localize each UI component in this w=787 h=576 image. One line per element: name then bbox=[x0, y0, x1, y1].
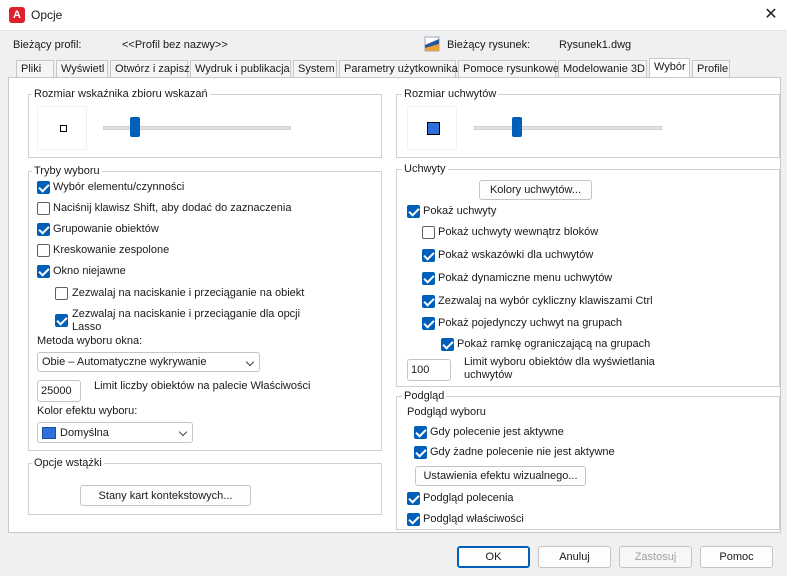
single-grip-groups-checkbox[interactable] bbox=[422, 317, 435, 330]
tab-pliki[interactable]: Pliki bbox=[16, 60, 54, 77]
chevron-down-icon bbox=[178, 427, 188, 437]
grip-tips-checkbox[interactable] bbox=[422, 249, 435, 262]
pickbox-size-title: Rozmiar wskaźnika zbioru wskazań bbox=[32, 88, 210, 100]
help-button[interactable]: Pomoc bbox=[700, 546, 773, 568]
dynamic-grip-menu-label: Pokaż dynamiczne menu uchwytów bbox=[438, 272, 613, 284]
apply-button[interactable]: Zastosuj bbox=[619, 546, 692, 568]
preview-no-command-checkbox[interactable] bbox=[414, 446, 427, 459]
grip-tips-label: Pokaż wskazówki dla uchwytów bbox=[438, 249, 594, 261]
cancel-button[interactable]: Anuluj bbox=[538, 546, 611, 568]
color-swatch bbox=[42, 427, 56, 439]
associative-hatch-label: Kreskowanie zespolone bbox=[53, 244, 170, 256]
grips-in-blocks-checkbox[interactable] bbox=[422, 226, 435, 239]
current-drawing-label: Bieżący rysunek: bbox=[447, 39, 531, 51]
tab-otworz-i-zapisz[interactable]: Otwórz i zapisz bbox=[110, 60, 190, 77]
chevron-down-icon bbox=[245, 357, 255, 367]
current-drawing-value: Rysunek1.dwg bbox=[559, 39, 632, 51]
pickbox-preview bbox=[37, 106, 87, 150]
grip-square-icon bbox=[427, 122, 440, 135]
window-method-label: Metoda wyboru okna: bbox=[37, 335, 143, 347]
bounding-box-groups-checkbox[interactable] bbox=[441, 338, 454, 351]
press-drag-object-checkbox[interactable] bbox=[55, 287, 68, 300]
tab-wybor[interactable]: Wybór bbox=[649, 58, 690, 78]
grip-slider-track[interactable] bbox=[474, 126, 662, 130]
grip-limit-label: Limit wyboru obiektów dla wyświetlania bbox=[464, 356, 655, 368]
command-preview-checkbox[interactable] bbox=[407, 492, 420, 505]
press-drag-lasso-label-line2: Lasso bbox=[72, 321, 102, 333]
single-grip-groups-label: Pokaż pojedynczy uchwyt na grupach bbox=[438, 317, 623, 329]
drawing-icon bbox=[424, 36, 440, 52]
implied-windowing-label: Okno niejawne bbox=[53, 265, 126, 277]
properties-limit-label: Limit liczby obiektów na palecie Właściw… bbox=[94, 380, 311, 392]
shift-to-add-checkbox[interactable] bbox=[37, 202, 50, 215]
preview-title: Podgląd bbox=[402, 390, 447, 402]
noun-verb-selection-checkbox[interactable] bbox=[37, 181, 50, 194]
tab-pomoce-rysunkowe[interactable]: Pomoce rysunkowe bbox=[458, 60, 559, 77]
current-profile-label: Bieżący profil: bbox=[13, 39, 82, 51]
window-title: Opcje bbox=[31, 8, 63, 22]
selection-effect-color-value: Domyślna bbox=[60, 427, 109, 439]
associative-hatch-checkbox[interactable] bbox=[37, 244, 50, 257]
show-grips-label: Pokaż uchwyty bbox=[423, 205, 497, 217]
current-profile-value: <<Profil bez nazwy>> bbox=[122, 39, 228, 51]
grip-limit-label-line2: uchwytów bbox=[464, 369, 513, 381]
show-grips-checkbox[interactable] bbox=[407, 205, 420, 218]
shift-to-add-label: Naciśnij klawisz Shift, aby dodać do zaz… bbox=[53, 202, 292, 214]
window-method-value: Obie – Automatyczne wykrywanie bbox=[42, 356, 207, 368]
contextual-tab-states-button[interactable]: Stany kart kontekstowych... bbox=[80, 485, 251, 506]
selection-modes-title: Tryby wyboru bbox=[32, 165, 102, 177]
title-bar bbox=[0, 0, 787, 31]
pickbox-square-icon bbox=[60, 125, 67, 132]
object-grouping-label: Grupowanie obiektów bbox=[53, 223, 159, 235]
noun-verb-selection-label: Wybór elementu/czynności bbox=[53, 181, 185, 193]
selection-effect-color-label: Kolor efektu wyboru: bbox=[37, 405, 138, 417]
ctrl-cycling-checkbox[interactable] bbox=[422, 295, 435, 308]
grips-title: Uchwyty bbox=[402, 163, 448, 175]
press-drag-lasso-label: Zezwalaj na naciskanie i przeciąganie dl… bbox=[72, 308, 301, 320]
command-preview-label: Podgląd polecenia bbox=[423, 492, 514, 504]
grip-slider-thumb[interactable] bbox=[512, 117, 522, 137]
implied-windowing-checkbox[interactable] bbox=[37, 265, 50, 278]
ribbon-options-title: Opcje wstążki bbox=[32, 457, 104, 469]
visual-effect-settings-button[interactable]: Ustawienia efektu wizualnego... bbox=[415, 466, 586, 486]
tab-system[interactable]: System bbox=[293, 60, 337, 77]
dynamic-grip-menu-checkbox[interactable] bbox=[422, 272, 435, 285]
grip-colors-button[interactable]: Kolory uchwytów... bbox=[479, 180, 592, 200]
close-icon[interactable]: ✕ bbox=[758, 3, 784, 27]
grip-preview bbox=[407, 106, 457, 150]
grip-size-title: Rozmiar uchwytów bbox=[402, 88, 499, 100]
press-drag-lasso-checkbox[interactable] bbox=[55, 314, 68, 327]
autocad-app-icon: A bbox=[9, 7, 25, 23]
ctrl-cycling-label: Zezwalaj na wybór cykliczny klawiszami C… bbox=[438, 295, 653, 307]
selection-preview-label: Podgląd wyboru bbox=[407, 406, 486, 418]
press-drag-object-label: Zezwalaj na naciskanie i przeciąganie na… bbox=[72, 287, 305, 299]
bounding-box-groups-label: Pokaż ramkę ograniczającą na grupach bbox=[457, 338, 651, 350]
properties-limit-input[interactable] bbox=[37, 380, 81, 402]
object-grouping-checkbox[interactable] bbox=[37, 223, 50, 236]
tab-wydruk-i-publikacja[interactable]: Wydruk i publikacja bbox=[190, 60, 291, 77]
grips-in-blocks-label: Pokaż uchwyty wewnątrz bloków bbox=[438, 226, 599, 238]
tab-profile[interactable]: Profile bbox=[692, 60, 730, 77]
grip-limit-input[interactable] bbox=[407, 359, 451, 381]
preview-command-active-label: Gdy polecenie jest aktywne bbox=[430, 426, 564, 438]
tab-wyswietl[interactable]: Wyświetl bbox=[56, 60, 108, 77]
preview-command-active-checkbox[interactable] bbox=[414, 426, 427, 439]
window-method-dropdown[interactable]: Obie – Automatyczne wykrywanie bbox=[37, 352, 260, 372]
property-preview-label: Podgląd właściwości bbox=[423, 513, 524, 525]
property-preview-checkbox[interactable] bbox=[407, 513, 420, 526]
tab-parametry-uzytkownika[interactable]: Parametry użytkownika bbox=[339, 60, 458, 77]
ok-button[interactable]: OK bbox=[457, 546, 530, 568]
preview-no-command-label: Gdy żadne polecenie nie jest aktywne bbox=[430, 446, 615, 458]
tab-modelowanie-3d[interactable]: Modelowanie 3D bbox=[558, 60, 647, 77]
selection-effect-color-dropdown[interactable]: Domyślna bbox=[37, 422, 193, 443]
pickbox-slider-thumb[interactable] bbox=[130, 117, 140, 137]
